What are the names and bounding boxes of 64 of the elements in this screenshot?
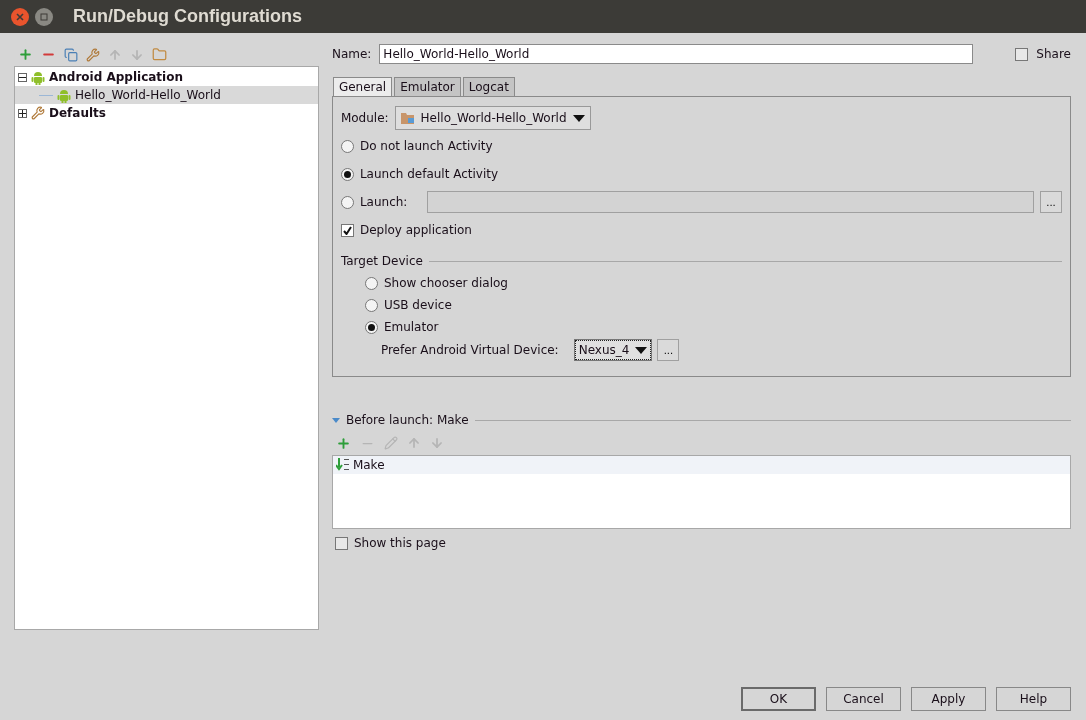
add-icon[interactable] (18, 47, 33, 62)
tree-row[interactable]: Hello_World-Hello_World (15, 86, 318, 104)
android-icon (31, 69, 45, 85)
radio-button[interactable] (364, 320, 378, 334)
tab[interactable]: Logcat (462, 77, 515, 96)
window-title: Run/Debug Configurations (73, 6, 302, 27)
radio-button[interactable] (340, 167, 354, 181)
radio-label: Show chooser dialog (383, 276, 508, 290)
browse-button[interactable]: ... (1040, 191, 1062, 213)
folder-icon[interactable] (152, 47, 167, 62)
radio-button[interactable] (364, 298, 378, 312)
build-icon (335, 458, 350, 472)
caret-icon (572, 114, 585, 122)
maximize-button[interactable] (35, 7, 53, 26)
radio-button[interactable] (364, 276, 378, 290)
close-button[interactable] (11, 7, 29, 26)
radio-label: Do not launch Activity (359, 139, 493, 153)
dialog-button[interactable]: Cancel (826, 687, 901, 711)
add-icon[interactable] (335, 435, 351, 451)
dialog-button[interactable]: OK (741, 687, 816, 711)
tree-row[interactable]: Android Application (15, 68, 318, 86)
checkbox[interactable] (334, 536, 348, 550)
folder-icon (400, 112, 415, 124)
module-dropdown[interactable]: Hello_World-Hello_World (394, 106, 591, 130)
share-label: Share (1036, 47, 1071, 61)
tree-label: Defaults (49, 106, 106, 120)
checkbox[interactable] (1015, 47, 1029, 61)
avd-label: Prefer Android Virtual Device: (380, 343, 559, 357)
module-label: Module: (340, 111, 389, 125)
tree-label: Android Application (49, 70, 183, 84)
tab[interactable]: Emulator (394, 77, 461, 96)
tree-row[interactable]: Defaults (15, 104, 318, 122)
expand-icon[interactable] (18, 108, 27, 118)
name-label: Name: (331, 47, 372, 61)
avd-dropdown[interactable]: Nexus_4 (574, 340, 652, 360)
tree-label: Hello_World-Hello_World (75, 88, 221, 102)
browse-button[interactable]: ... (657, 339, 680, 361)
radio-label: Launch default Activity (359, 167, 499, 181)
section-title: Before launch: Make (345, 413, 469, 427)
radio-button[interactable] (340, 139, 354, 153)
dialog-button[interactable]: Help (996, 687, 1071, 711)
wrench-icon[interactable] (86, 47, 100, 62)
checkbox[interactable] (340, 223, 354, 237)
wrench-icon (31, 106, 45, 120)
copy-icon[interactable] (64, 47, 78, 62)
tab[interactable]: General (332, 77, 393, 96)
activity-field[interactable] (427, 191, 1034, 213)
expand-triangle-icon[interactable] (331, 417, 340, 423)
section-title: Target Device (340, 254, 423, 268)
dialog-button[interactable]: Apply (911, 687, 986, 711)
checkbox-label: Show this page (353, 536, 446, 550)
radio-label: Launch: (359, 195, 408, 209)
maximize-icon (40, 12, 48, 21)
caret-icon (635, 346, 648, 354)
close-icon (16, 12, 24, 21)
name-field[interactable]: Hello_World-Hello_World (379, 44, 974, 64)
radio-button[interactable] (340, 195, 354, 209)
android-icon (57, 87, 71, 103)
radio-label: USB device (383, 298, 452, 312)
task-label: Make (352, 458, 385, 472)
radio-label: Emulator (383, 320, 439, 334)
task-row[interactable]: Make (332, 456, 1070, 474)
checkbox-label: Deploy application (359, 223, 472, 237)
collapse-icon[interactable] (18, 72, 27, 82)
